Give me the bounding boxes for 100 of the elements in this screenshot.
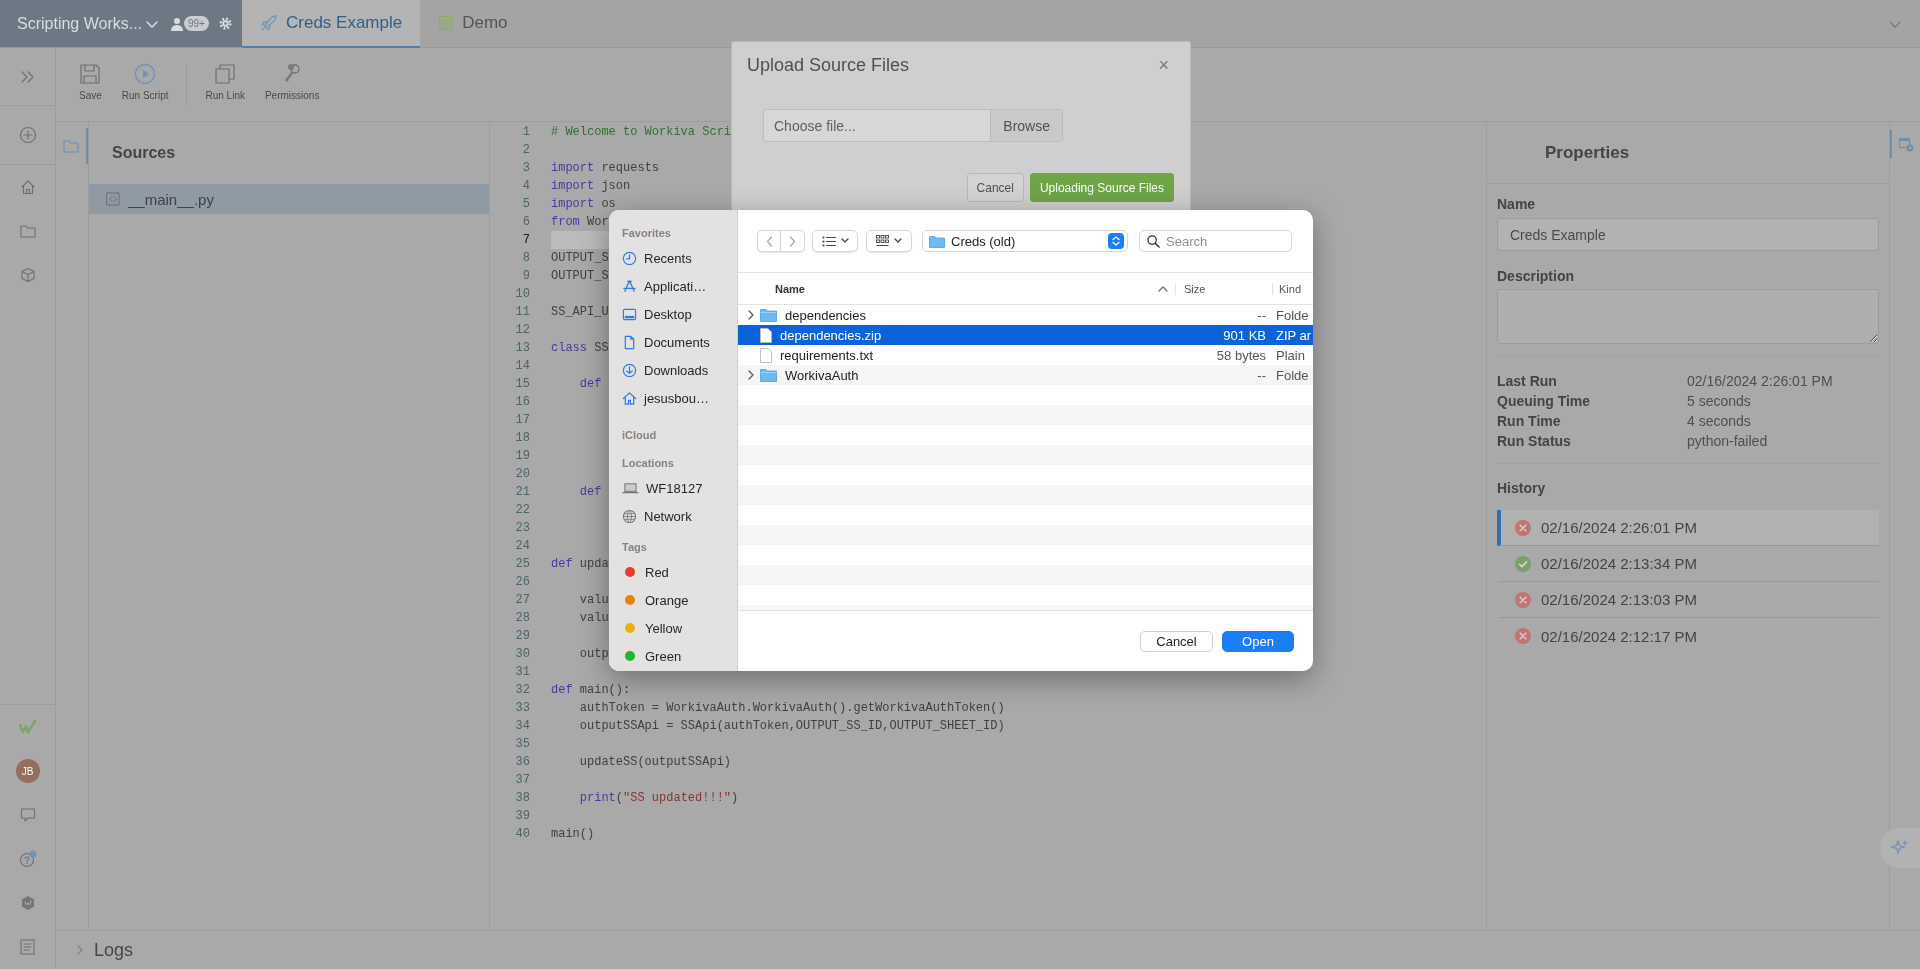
folder-icon [929,234,945,248]
assistant-button[interactable] [1880,828,1920,868]
disclosure-icon[interactable] [748,310,754,320]
expand-icon[interactable] [19,69,36,84]
sidebar-item[interactable]: WF18127 [622,474,737,502]
line-number: 14 [514,359,530,373]
file-row[interactable]: dependencies.zip 901 KB ZIP ar [738,325,1313,345]
globe-icon [622,508,637,524]
toolbar-button[interactable]: Run Script [113,58,177,105]
home-icon[interactable] [19,179,36,195]
tab[interactable]: Demo [420,0,526,48]
sidebar-item[interactable]: Desktop [622,300,737,328]
history-item[interactable]: 02/16/2024 2:26:01 PM [1497,510,1879,546]
download-icon [622,362,637,378]
add-icon[interactable] [18,126,37,144]
settings-icon[interactable] [218,17,232,30]
history-item[interactable]: 02/16/2024 2:13:34 PM [1497,546,1879,582]
panel-title: Sources [112,144,176,162]
search-field[interactable]: Search [1166,233,1266,249]
search-box[interactable]: Search [1139,230,1292,252]
code-line: # Welcome to Workiva Scri [551,124,732,141]
sidebar-item[interactable]: Orange [622,586,737,614]
save-icon [79,62,102,85]
file-size: 901 KB [1222,327,1267,343]
chat-icon[interactable] [19,807,36,823]
line-number: 39 [514,809,530,823]
history-item[interactable]: 02/16/2024 2:12:17 PM [1497,618,1879,654]
line-number: 7 [521,233,530,247]
cancel-button[interactable]: Cancel [966,173,1024,202]
rocket-icon [260,14,278,32]
cube-icon[interactable] [19,267,36,283]
file-name: WorkivaAuth [785,367,859,383]
code-line: print("SS updated!!!") [578,790,739,807]
close-button[interactable]: × [1152,54,1175,76]
sidebar-item[interactable]: jesusbou… [622,384,737,412]
file-row[interactable]: requirements.txt 58 bytes Plain [738,345,1313,365]
cancel-button[interactable]: Cancel [1140,630,1213,652]
description-field[interactable] [1497,289,1879,344]
code-line: def [578,376,602,393]
column-header[interactable]: Kind [1279,282,1302,295]
help-icon[interactable] [18,850,37,868]
name-field[interactable]: Creds Example [1497,218,1879,251]
sidebar-item[interactable]: Green [622,642,737,670]
document-icon[interactable] [20,939,35,955]
stat-value: 02/16/2024 2:26:01 PM [1687,372,1834,391]
line-number: 28 [514,611,530,625]
section-header: Tags [622,540,648,555]
file-name: dependencies [785,307,866,323]
file-input-field[interactable]: Choose file... [764,110,991,141]
file-size: -- [1256,307,1267,323]
column-header[interactable]: Size [1184,282,1206,295]
file-item[interactable]: __main__.py [89,184,489,214]
line-number: 37 [514,773,530,787]
forward-button[interactable] [781,230,805,252]
sort-caret-icon[interactable] [1158,285,1168,292]
line-number: 32 [514,683,530,697]
sidebar-item[interactable]: Yellow [622,614,737,642]
file-row[interactable]: WorkivaAuth -- Folde [738,365,1313,385]
sidebar-item[interactable]: Documents [622,328,737,356]
shield-icon[interactable] [20,895,35,911]
file-size: 58 bytes [1215,347,1267,363]
dialog-title: Upload Source Files [747,54,910,76]
stepper-icon [1108,233,1124,249]
folder-icon [760,368,777,382]
line-number: 17 [514,413,530,427]
upload-button[interactable]: Uploading Source Files [1029,173,1174,202]
folder-icon[interactable] [19,224,36,238]
sidebar-item[interactable]: Red [622,558,737,586]
logs-toggle[interactable]: Logs [76,939,134,961]
play-icon [134,62,157,85]
back-button[interactable] [757,230,781,252]
line-number: 20 [514,467,530,481]
history-time: 02/16/2024 2:13:34 PM [1541,555,1697,572]
open-button[interactable]: Open [1222,630,1294,652]
sidebar-item[interactable]: Recents [622,244,737,272]
home-icon [622,390,637,406]
disclosure-icon[interactable] [748,370,754,380]
line-number: 30 [514,647,530,661]
location-dropdown[interactable]: Creds (old) [922,230,1128,252]
logo-icon[interactable] [18,720,37,734]
file-picker-field[interactable]: Choose file... Browse [763,109,1063,142]
column-header[interactable]: Name [775,282,805,295]
avatar[interactable]: JB [15,759,40,783]
toolbar-button[interactable]: Save [71,58,110,105]
sidebar-item[interactable]: Applicati… [622,272,737,300]
sidebar-item[interactable]: Network [622,502,737,530]
line-number: 38 [514,791,530,805]
toolbar-button[interactable]: Permissions [256,58,328,105]
stat-value: 4 seconds [1687,412,1752,431]
history-item[interactable]: 02/16/2024 2:13:03 PM [1497,582,1879,618]
user-icon[interactable] [171,16,183,31]
toolbar-button[interactable]: Run Link [197,58,253,105]
sidebar-item[interactable]: Downloads [622,356,737,384]
file-row[interactable]: dependencies -- Folde [738,305,1313,325]
browse-button[interactable]: Browse [990,110,1062,141]
grid-view-button[interactable] [866,230,912,252]
tab[interactable]: Creds Example [242,0,421,48]
list-view-button[interactable] [812,230,858,252]
code-line: import json [551,178,631,195]
line-number: 19 [514,449,530,463]
